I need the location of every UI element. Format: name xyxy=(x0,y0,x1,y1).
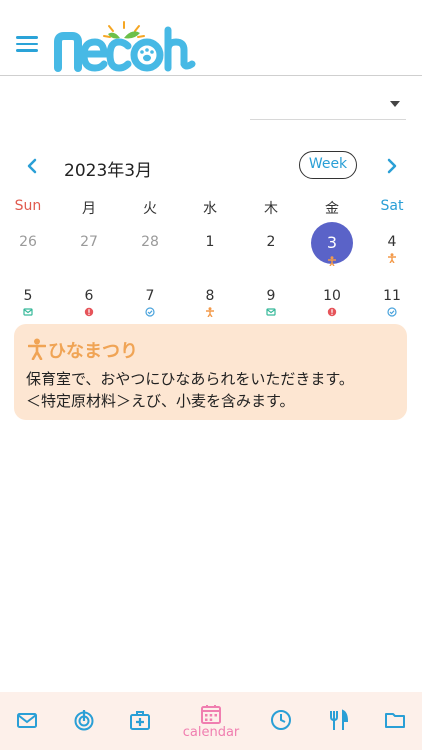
day-number: 11 xyxy=(383,288,401,304)
tab-calendar-label: calendar xyxy=(182,725,240,740)
calendar-day[interactable]: 6 xyxy=(67,285,111,319)
tab-folder[interactable] xyxy=(369,692,421,750)
calendar-day[interactable]: 9 xyxy=(249,285,293,319)
mail-icon xyxy=(17,713,37,728)
weekday-label: Sun xyxy=(14,198,42,214)
day-number: 10 xyxy=(323,288,341,304)
event-detail-card[interactable]: ひなまつり 保育室で、おやつにひなあられをいただきます。 ＜特定原材料＞えび、小… xyxy=(14,324,407,420)
tab-clock[interactable] xyxy=(255,692,307,750)
day-number: 27 xyxy=(80,234,98,250)
day-number: 6 xyxy=(84,288,94,304)
calendar-day-today[interactable]: 3 xyxy=(310,222,354,266)
day-number: 28 xyxy=(141,234,159,250)
month-navigation: 2023年3月 Week xyxy=(0,148,422,184)
event-description-line: ＜特定原材料＞えび、小麦を含みます。 xyxy=(26,392,295,410)
mail-icon xyxy=(23,308,33,316)
event-person-icon xyxy=(388,253,396,263)
target-icon xyxy=(74,710,94,731)
check-circle-icon xyxy=(145,307,155,317)
calendar-day[interactable]: 8 xyxy=(188,285,232,319)
day-number: 3 xyxy=(326,233,338,252)
calendar-day[interactable]: 2 xyxy=(249,231,293,265)
tab-calendar[interactable]: calendar xyxy=(183,692,239,750)
tab-location[interactable] xyxy=(58,692,110,750)
mail-icon xyxy=(266,308,276,316)
weekday-label: 水 xyxy=(203,201,217,217)
tab-health[interactable] xyxy=(114,692,166,750)
day-number: 5 xyxy=(23,288,33,304)
weekday-label: 金 xyxy=(325,201,339,217)
weekday-label: 木 xyxy=(264,201,278,217)
tab-meals[interactable] xyxy=(312,692,364,750)
event-title: ひなまつり xyxy=(48,341,138,362)
calendar-day[interactable]: 5 xyxy=(6,285,50,319)
menu-bar xyxy=(16,36,38,39)
bottom-tab-bar: calendar xyxy=(0,692,422,750)
event-person-icon xyxy=(206,307,214,317)
event-description: 保育室で、おやつにひなあられをいただきます。 ＜特定原材料＞えび、小麦を含みます… xyxy=(26,368,401,412)
dropdown-caret-icon xyxy=(390,101,400,107)
month-label: 2023年3月 xyxy=(64,161,153,181)
day-number: 2 xyxy=(266,234,276,250)
folder-icon xyxy=(385,713,405,728)
chevron-left-icon[interactable] xyxy=(24,157,42,175)
check-circle-icon xyxy=(387,307,397,317)
menu-bar xyxy=(16,42,38,45)
calendar-day[interactable]: 27 xyxy=(67,231,111,265)
day-number: 26 xyxy=(19,234,37,250)
calendar-day[interactable]: 4 xyxy=(370,231,414,265)
day-number: 8 xyxy=(205,288,215,304)
calendar-day[interactable]: 10 xyxy=(310,285,354,319)
weekday-label: 月 xyxy=(82,201,96,217)
class-select-dropdown[interactable] xyxy=(250,90,406,120)
day-number: 1 xyxy=(205,234,215,250)
alert-icon xyxy=(84,307,94,317)
calendar-day[interactable]: 11 xyxy=(370,285,414,319)
fork-knife-icon xyxy=(330,709,349,730)
event-person-icon xyxy=(328,256,336,266)
medical-kit-icon xyxy=(130,711,150,730)
clock-icon xyxy=(271,710,291,730)
calendar-day[interactable]: 28 xyxy=(128,231,172,265)
week-view-button[interactable]: Week xyxy=(299,151,357,179)
hamburger-menu-button[interactable] xyxy=(16,36,38,52)
menu-bar xyxy=(16,49,38,52)
app-header xyxy=(0,0,422,76)
event-description-line: 保育室で、おやつにひなあられをいただきます。 xyxy=(26,370,354,388)
calendar-icon xyxy=(201,705,221,724)
chevron-right-icon[interactable] xyxy=(382,157,400,175)
necoh-logo xyxy=(54,21,196,72)
weekday-label: 火 xyxy=(143,201,157,217)
alert-icon xyxy=(327,307,337,317)
calendar-day[interactable]: 26 xyxy=(6,231,50,265)
tab-messages[interactable] xyxy=(1,692,53,750)
calendar-day[interactable]: 1 xyxy=(188,231,232,265)
calendar-day[interactable]: 7 xyxy=(128,285,172,319)
day-number: 7 xyxy=(145,288,155,304)
weekday-header-row: Sun 月 火 水 木 金 Sat xyxy=(0,198,422,218)
weekday-label: Sat xyxy=(380,198,404,214)
day-number: 4 xyxy=(387,234,397,250)
day-number: 9 xyxy=(266,288,276,304)
